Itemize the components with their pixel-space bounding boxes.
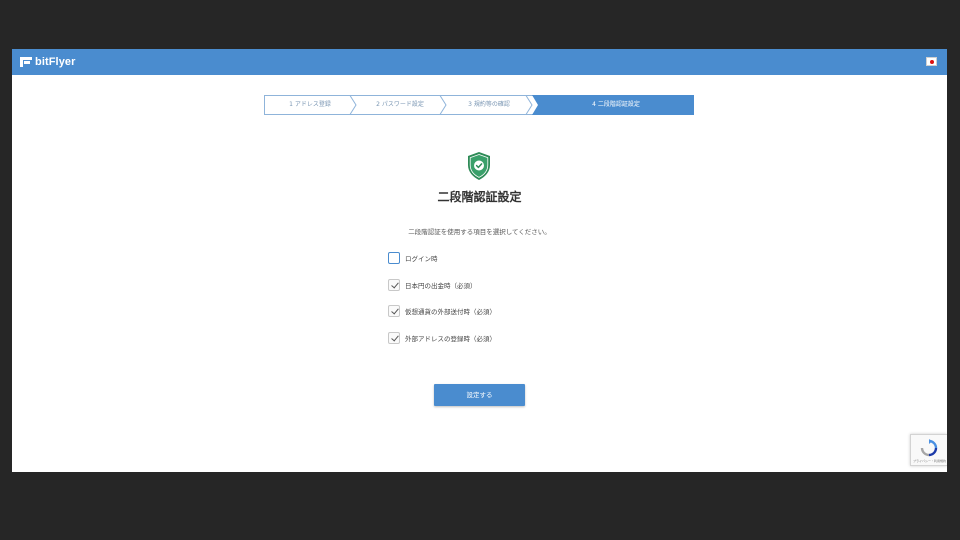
recaptcha-badge[interactable]: プライバシー・利用規約 [910, 434, 947, 466]
option-login[interactable]: ログイン時 [388, 252, 496, 264]
option-label: ログイン時 [405, 255, 438, 263]
jpy-withdrawal-checkbox[interactable] [388, 278, 400, 291]
top-bar: bitFlyer [12, 49, 947, 75]
option-label: 仮想通貨の外部送付時（必須） [405, 308, 496, 316]
step-4-two-factor: 4 二段階認証設定 [592, 101, 640, 108]
recaptcha-icon [920, 439, 938, 457]
option-crypto-send[interactable]: 仮想通貨の外部送付時（必須） [388, 305, 496, 317]
page-title: 二段階認証設定 [437, 190, 522, 204]
shield-check-icon [468, 152, 490, 180]
bitflyer-logo[interactable]: bitFlyer [20, 55, 76, 69]
step-1-address: 1 アドレス登録 [289, 101, 331, 108]
option-label: 外部アドレスの登録時（必須） [405, 334, 496, 343]
browser-window: bitFlyer 1 アドレス登録 2 パスワード設定 3 規約等の確認 4 二… [12, 49, 947, 472]
crypto-send-checkbox[interactable] [388, 305, 400, 317]
submit-button[interactable]: 設定する [434, 384, 525, 406]
option-address-register[interactable]: 外部アドレスの登録時（必須） [388, 331, 496, 344]
option-jpy-withdrawal[interactable]: 日本円の出金時（必須） [388, 278, 496, 291]
step-2-password: 2 パスワード設定 [376, 101, 424, 108]
two-factor-options: ログイン時 日本円の出金時（必須） 仮想通貨の外部送付時（必須） 外部アドレスの… [388, 252, 496, 358]
login-checkbox[interactable] [388, 252, 400, 264]
bitflyer-logo-icon [20, 57, 32, 67]
instruction-text: 二段階認証を使用する項目を選択してください。 [408, 228, 551, 236]
option-label: 日本円の出金時（必須） [405, 281, 477, 290]
logo-text: bitFlyer [35, 56, 76, 68]
recaptcha-text[interactable]: プライバシー・利用規約 [913, 459, 946, 463]
progress-steps: 1 アドレス登録 2 パスワード設定 3 規約等の確認 4 二段階認証設定 [264, 95, 694, 115]
step-3-terms: 3 規約等の確認 [468, 101, 510, 108]
address-register-checkbox[interactable] [388, 331, 400, 344]
japan-flag-icon[interactable] [926, 57, 937, 66]
